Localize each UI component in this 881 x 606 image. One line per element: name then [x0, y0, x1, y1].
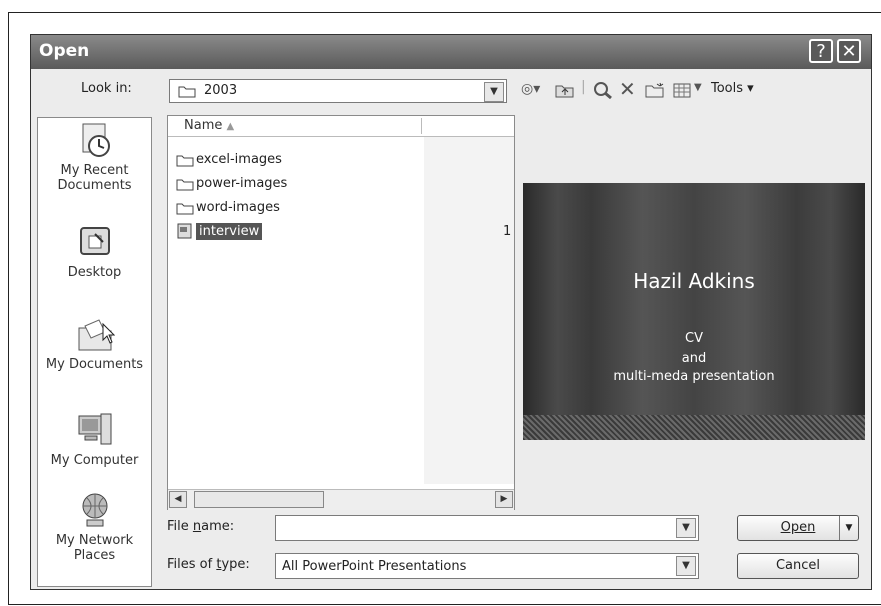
up-one-level-icon[interactable]: [555, 82, 575, 98]
chevron-down-icon[interactable]: ▼: [676, 518, 696, 538]
preview-title: Hazil Adkins: [633, 269, 755, 293]
place-desktop[interactable]: Desktop: [38, 222, 151, 280]
back-icon[interactable]: ◎▾: [521, 81, 540, 97]
preview-ground-texture: [523, 415, 865, 440]
list-item[interactable]: word-images: [176, 200, 280, 221]
close-button[interactable]: ✕: [837, 39, 861, 63]
files-of-type-dropdown[interactable]: All PowerPoint Presentations ▼: [275, 553, 699, 579]
list-item[interactable]: power-images: [176, 176, 287, 197]
cancel-button[interactable]: Cancel: [737, 553, 859, 579]
place-label: My Documents: [45, 357, 144, 372]
column-divider[interactable]: [421, 118, 422, 134]
folder-icon: [176, 179, 194, 190]
place-label: My Computer: [50, 453, 139, 468]
folder-icon: [176, 155, 194, 166]
sort-ascending-icon: ▲: [226, 121, 235, 132]
toolbar-separator: |: [581, 79, 586, 95]
place-label: My Recent Documents: [57, 163, 132, 193]
list-item[interactable]: excel-images: [176, 152, 282, 173]
presentation-file-icon: [177, 223, 192, 239]
scroll-right-icon[interactable]: ▶: [495, 491, 513, 508]
files-of-type-value: All PowerPoint Presentations: [282, 559, 467, 574]
second-column: [424, 137, 514, 484]
look-in-value: 2003: [204, 83, 238, 98]
preview-line-1: CV: [685, 331, 703, 346]
places-bar: My Recent Documents Desktop My Documents…: [37, 117, 152, 587]
recent-documents-icon: [82, 123, 110, 157]
scroll-thumb[interactable]: [194, 491, 324, 508]
open-label: Open: [780, 520, 816, 535]
file-name-label: File name:: [167, 519, 235, 534]
file-name: interview: [196, 222, 263, 240]
place-network[interactable]: My Network Places: [38, 490, 151, 563]
horizontal-scrollbar[interactable]: ◀ ▶: [168, 489, 514, 510]
open-dialog: Open ? ✕ Look in: 2003 ▼ ◎▾ | ✕ ▼ Tools …: [30, 34, 872, 590]
truncated-column-text: 1: [503, 224, 512, 239]
look-in-dropdown[interactable]: 2003 ▼: [169, 79, 507, 103]
open-options-icon[interactable]: ▼: [839, 516, 858, 540]
views-dropdown-icon[interactable]: ▼: [694, 82, 702, 93]
delete-icon[interactable]: ✕: [619, 77, 636, 101]
file-name: word-images: [196, 200, 280, 215]
chevron-down-icon[interactable]: ▼: [484, 82, 504, 102]
files-of-type-label: Files of type:: [167, 557, 250, 572]
my-documents-icon: [78, 319, 115, 351]
place-label: My Network Places: [55, 533, 134, 563]
name-column-header[interactable]: Name ▲: [184, 118, 234, 133]
folder-icon: [178, 86, 196, 98]
name-column-label: Name: [184, 118, 223, 133]
folder-icon: [176, 203, 194, 214]
title-bar[interactable]: Open ? ✕: [31, 35, 871, 69]
views-icon[interactable]: [673, 82, 691, 98]
my-computer-icon: [78, 413, 111, 445]
chevron-down-icon[interactable]: ▼: [676, 556, 696, 576]
preview-pane: Hazil Adkins CV and multi-meda presentat…: [523, 183, 865, 440]
tools-menu[interactable]: Tools ▾: [711, 81, 754, 96]
tools-label: Tools: [711, 81, 744, 96]
list-item-selected[interactable]: interview: [176, 222, 263, 244]
file-name: excel-images: [196, 152, 282, 167]
file-list[interactable]: Name ▲ excel-images power-images word-im…: [167, 115, 515, 510]
place-label: Desktop: [67, 265, 122, 280]
network-places-icon: [82, 493, 107, 527]
search-web-icon[interactable]: [593, 81, 613, 99]
file-name: power-images: [196, 176, 288, 191]
help-button[interactable]: ?: [809, 39, 833, 63]
preview-line-3: multi-meda presentation: [613, 369, 775, 384]
place-my-computer[interactable]: My Computer: [38, 410, 151, 468]
file-name-input[interactable]: ▼: [275, 515, 699, 541]
scroll-left-icon[interactable]: ◀: [169, 491, 187, 508]
place-recent[interactable]: My Recent Documents: [38, 120, 151, 193]
new-folder-icon[interactable]: [645, 82, 665, 98]
place-my-documents[interactable]: My Documents: [38, 314, 151, 372]
dialog-title: Open: [39, 41, 90, 61]
open-button[interactable]: Open ▼: [737, 515, 859, 541]
look-in-label: Look in:: [81, 81, 132, 96]
column-header[interactable]: Name ▲: [168, 116, 514, 137]
preview-line-2: and: [681, 351, 707, 366]
desktop-icon: [79, 227, 110, 255]
